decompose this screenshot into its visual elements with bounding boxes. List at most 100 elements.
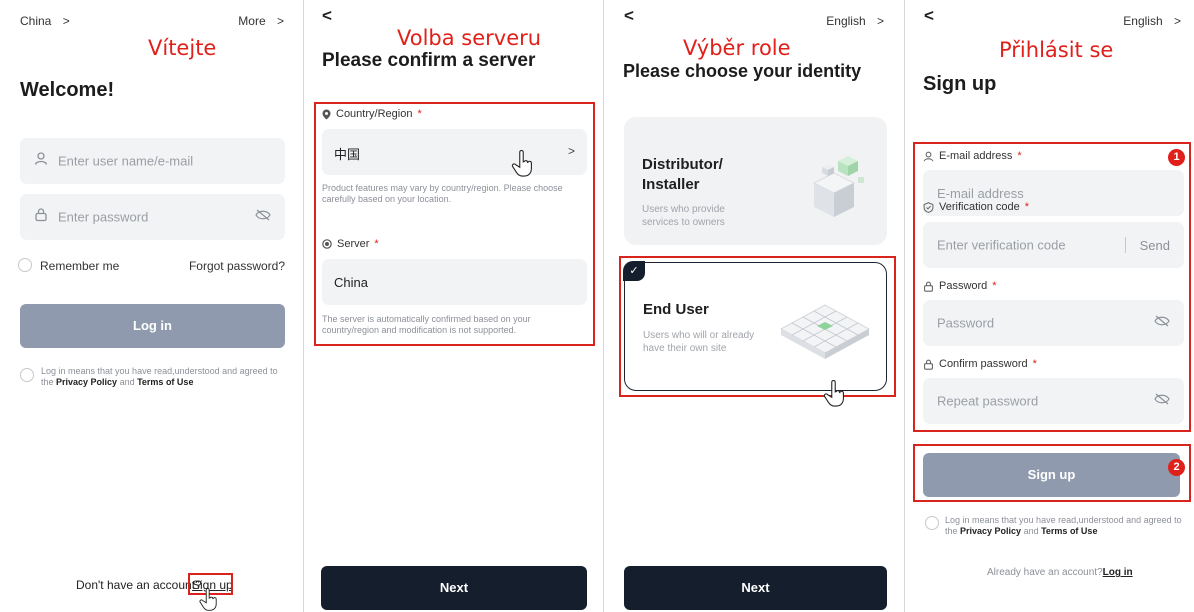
hand-pointer-icon: [197, 587, 221, 612]
password-label: Password *: [923, 280, 997, 292]
agree-checkbox[interactable]: [925, 516, 939, 530]
forgot-password-link[interactable]: Forgot password?: [189, 259, 285, 273]
username-placeholder: Enter user name/e-mail: [58, 153, 194, 169]
end-user-desc-line-2: have their own site: [643, 343, 727, 354]
panel-welcome: China > More > Vítejte Welcome! Enter us…: [0, 0, 302, 612]
lock-icon: [34, 208, 48, 227]
sign-up-button[interactable]: Sign up: [923, 453, 1180, 497]
region-selector[interactable]: China >: [20, 14, 70, 28]
country-value: 中国: [334, 147, 361, 162]
country-region-label: Country/Region *: [322, 108, 422, 120]
panel-sign-up: < English > Přihlásit se Sign up 1 E-mai…: [905, 0, 1194, 612]
chevron-right-icon: >: [1173, 14, 1181, 28]
email-placeholder: E-mail address: [937, 186, 1024, 201]
required-mark: *: [374, 238, 379, 250]
distributor-title-line-1: Distributor/: [642, 156, 723, 173]
panel-server: < Volba serveru Please confirm a server …: [304, 0, 602, 612]
step-badge-2: 2: [1168, 459, 1185, 476]
end-user-card[interactable]: ✓ End User Users who will or already hav…: [623, 261, 887, 391]
agreement-and: and: [117, 377, 138, 387]
czech-caption: Volba serveru: [397, 26, 542, 50]
chevron-right-icon: >: [276, 14, 284, 28]
server-value: China: [334, 275, 368, 290]
country-label-text: Country/Region: [336, 108, 413, 120]
end-user-desc: Users who will or already have their own…: [643, 329, 754, 355]
verification-code-input[interactable]: Enter verification code Send: [923, 222, 1184, 268]
panel-identity: < English > Výběr role Please choose you…: [604, 0, 904, 612]
distributor-desc-line-2: services to owners: [642, 217, 725, 228]
remember-me-label: Remember me: [40, 259, 120, 273]
language-selector[interactable]: English >: [826, 14, 884, 28]
distributor-title-line-2: Installer: [642, 176, 700, 193]
lock-icon: [924, 281, 933, 292]
region-label: China: [20, 14, 52, 28]
user-icon: [34, 152, 48, 171]
send-code-button[interactable]: Send: [1140, 238, 1170, 253]
next-button[interactable]: Next: [624, 566, 887, 610]
eye-off-icon[interactable]: [1154, 314, 1170, 332]
password-placeholder: Enter password: [58, 209, 149, 225]
distributor-desc-line-1: Users who provide: [642, 204, 725, 215]
privacy-policy-link[interactable]: Privacy Policy: [56, 377, 117, 387]
required-mark: *: [1032, 358, 1037, 370]
required-mark: *: [1024, 201, 1029, 213]
hand-pointer-icon: [510, 149, 536, 183]
terms-link[interactable]: Terms of Use: [1041, 526, 1097, 536]
czech-caption: Výběr role: [683, 36, 791, 60]
confirm-password-label: Confirm password *: [923, 358, 1037, 370]
server-hint: The server is automatically confirmed ba…: [322, 314, 531, 335]
agree-checkbox[interactable]: [20, 368, 34, 382]
password-label-text: Password: [939, 280, 988, 292]
have-account-line: Already have an account?Log in: [987, 567, 1133, 578]
country-hint: Product features may vary by country/reg…: [322, 183, 563, 204]
agreement-text: Log in means that you have read,understo…: [41, 366, 291, 388]
server-label-text: Server: [337, 238, 370, 250]
country-select[interactable]: 中国 >: [322, 129, 587, 175]
required-mark: *: [992, 280, 997, 292]
chevron-right-icon: >: [62, 14, 70, 28]
verification-label-text: Verification code: [939, 201, 1020, 213]
eye-off-icon[interactable]: [255, 208, 271, 226]
end-user-title: End User: [643, 301, 709, 318]
language-label: English: [826, 14, 866, 28]
confirm-placeholder: Repeat password: [937, 393, 1039, 409]
send-divider: [1125, 237, 1126, 253]
czech-caption: Přihlásit se: [999, 38, 1114, 62]
chevron-right-icon: >: [567, 144, 575, 158]
privacy-policy-link[interactable]: Privacy Policy: [960, 526, 1021, 536]
more-label: More: [238, 14, 266, 28]
solar-site-illustration: [779, 304, 871, 359]
remember-me-checkbox[interactable]: [18, 258, 32, 272]
language-label: English: [1123, 14, 1163, 28]
log-in-link[interactable]: Log in: [1103, 567, 1133, 578]
back-arrow-icon[interactable]: <: [322, 6, 332, 26]
password-input[interactable]: Password: [923, 300, 1184, 346]
check-badge: ✓: [623, 261, 645, 281]
username-field[interactable]: Enter user name/e-mail: [20, 138, 285, 184]
agreement-and: and: [1021, 526, 1042, 536]
password-field[interactable]: Enter password: [20, 194, 285, 240]
chevron-right-icon: >: [876, 14, 884, 28]
building-blocks-illustration: [812, 156, 864, 217]
agreement-text: Log in means that you have read,understo…: [945, 515, 1191, 537]
server-icon: [322, 239, 332, 249]
end-user-desc-line-1: Users who will or already: [643, 330, 755, 341]
no-account-text: Don't have an account?: [76, 578, 202, 592]
next-button[interactable]: Next: [321, 566, 587, 610]
lock-icon: [924, 359, 933, 370]
confirm-password-input[interactable]: Repeat password: [923, 378, 1184, 424]
location-pin-icon: [322, 109, 331, 119]
required-mark: *: [417, 108, 422, 120]
language-selector[interactable]: English >: [1123, 14, 1181, 28]
eye-off-icon[interactable]: [1154, 392, 1170, 410]
back-arrow-icon[interactable]: <: [924, 6, 934, 26]
page-title: Welcome!: [20, 79, 115, 101]
distributor-card[interactable]: Distributor/ Installer Users who provide…: [624, 117, 887, 245]
terms-link[interactable]: Terms of Use: [137, 377, 193, 387]
password-placeholder: Password: [937, 315, 995, 331]
login-button[interactable]: Log in: [20, 304, 285, 348]
more-link[interactable]: More >: [238, 14, 284, 28]
back-arrow-icon[interactable]: <: [624, 6, 634, 26]
hand-pointer-icon: [822, 379, 848, 413]
page-title: Please choose your identity: [623, 61, 862, 81]
